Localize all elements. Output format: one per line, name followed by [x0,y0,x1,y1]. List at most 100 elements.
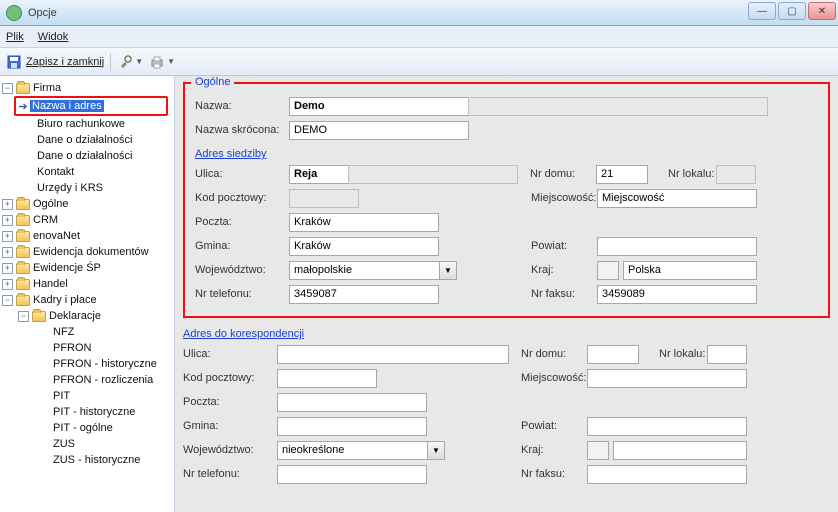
input-nrlokalu[interactable] [716,165,756,184]
maximize-button[interactable]: ▢ [778,2,806,20]
tree-handel[interactable]: +Handel [0,276,174,292]
folder-icon [16,263,30,274]
input-nrdomu[interactable] [596,165,648,184]
combo-woj[interactable]: ▼ [289,261,457,280]
save-icon[interactable] [6,54,22,70]
label-fax: Nr faksu: [519,288,597,300]
tree-kadry[interactable]: −Kadry i płace [0,292,174,308]
tree-ewid-dok[interactable]: +Ewidencja dokumentów [0,244,174,260]
menubar: Plik Widok [0,26,838,48]
print-dropdown-icon[interactable]: ▼ [167,57,175,66]
expand-icon[interactable]: + [2,215,13,226]
folder-icon [16,231,30,242]
tree-firma[interactable]: − Firma [0,80,174,96]
input-kod[interactable] [289,189,359,208]
input-woj[interactable] [289,261,439,280]
tree-pfron-rozl[interactable]: PFRON - rozliczenia [32,372,174,388]
input-skrocona[interactable] [289,121,469,140]
toolbar: Zapisz i zamknij ▼ ▼ [0,48,838,76]
input-c-nrlokalu[interactable] [707,345,747,364]
input-c-kod[interactable] [277,369,377,388]
input-c-poczta[interactable] [277,393,427,412]
label-nazwa: Nazwa: [195,100,289,112]
input-c-powiat[interactable] [587,417,747,436]
input-c-fax[interactable] [587,465,747,484]
folder-icon [16,279,30,290]
label-ulica: Ulica: [195,168,289,180]
label-powiat: Powiat: [519,240,597,252]
collapse-icon[interactable]: − [18,311,29,322]
tree-ewid-sp[interactable]: +Ewidencje ŚP [0,260,174,276]
chevron-down-icon[interactable]: ▼ [439,261,457,280]
input-c-miejsc[interactable] [587,369,747,388]
tree-ogolne[interactable]: +Ogólne [0,196,174,212]
label-c-nrlokalu: Nr lokalu: [639,348,707,360]
tools-icon[interactable] [117,54,133,70]
input-c-woj[interactable] [277,441,427,460]
tree-crm[interactable]: +CRM [0,212,174,228]
input-c-ulica[interactable] [277,345,509,364]
flag-box[interactable] [587,441,609,460]
input-powiat[interactable] [597,237,757,256]
tree-kontakt[interactable]: Kontakt [16,164,174,180]
close-button[interactable]: ✕ [808,2,836,20]
input-gmina[interactable] [289,237,439,256]
flag-box[interactable] [597,261,619,280]
input-c-tel[interactable] [277,465,427,484]
tree-zus-hist[interactable]: ZUS - historyczne [32,452,174,468]
tree-pit[interactable]: PIT [32,388,174,404]
menu-file[interactable]: Plik [6,31,24,43]
toolbar-separator [110,53,111,71]
combo-c-woj[interactable]: ▼ [277,441,445,460]
minimize-button[interactable]: — [748,2,776,20]
input-miejsc[interactable] [597,189,757,208]
tree-pfron[interactable]: PFRON [32,340,174,356]
folder-icon [16,295,30,306]
link-adres-siedziby[interactable]: Adres siedziby [195,148,267,160]
input-nazwa[interactable] [289,97,469,116]
input-ulica[interactable] [289,165,349,184]
expand-icon[interactable]: + [2,199,13,210]
tree-biuro[interactable]: Biuro rachunkowe [16,116,174,132]
form-panel: Ogólne Nazwa: Nazwa skrócona: Adres sied… [175,76,838,512]
input-c-nrdomu[interactable] [587,345,639,364]
input-c-gmina[interactable] [277,417,427,436]
expand-icon[interactable]: + [2,263,13,274]
expand-icon[interactable]: + [2,231,13,242]
tree-dane1[interactable]: Dane o działalności [16,132,174,148]
input-fax[interactable] [597,285,757,304]
tools-dropdown-icon[interactable]: ▼ [135,57,143,66]
tree-pit-ogolne[interactable]: PIT - ogólne [32,420,174,436]
expand-icon[interactable]: + [2,247,13,258]
collapse-icon[interactable]: − [2,295,13,306]
print-icon[interactable] [149,54,165,70]
input-poczta[interactable] [289,213,439,232]
folder-icon [16,247,30,258]
label-kod: Kod pocztowy: [195,192,289,204]
expand-icon[interactable]: + [2,279,13,290]
save-close-button[interactable]: Zapisz i zamknij [26,56,104,68]
label-kraj: Kraj: [519,264,597,276]
input-c-kraj[interactable] [613,441,747,460]
app-icon [6,5,22,21]
input-tel[interactable] [289,285,439,304]
tree-pfron-hist[interactable]: PFRON - historyczne [32,356,174,372]
label-c-poczta: Poczta: [183,396,277,408]
link-adres-koresp[interactable]: Adres do korespondencji [183,328,304,340]
collapse-icon[interactable]: − [2,83,13,94]
folder-icon [32,311,46,322]
window-title: Opcje [28,7,57,19]
tree-nazwa-adres[interactable]: ➔ Nazwa i adres [16,98,166,114]
label-c-woj: Województwo: [183,444,277,456]
input-ulica-ext [348,165,518,184]
tree-dane2[interactable]: Dane o działalności [16,148,174,164]
tree-enovanet[interactable]: +enovaNet [0,228,174,244]
tree-urzedy[interactable]: Urzędy i KRS [16,180,174,196]
tree-zus[interactable]: ZUS [32,436,174,452]
tree-nfz[interactable]: NFZ [32,324,174,340]
chevron-down-icon[interactable]: ▼ [427,441,445,460]
tree-deklaracje[interactable]: −Deklaracje [16,308,174,324]
tree-pit-hist[interactable]: PIT - historyczne [32,404,174,420]
menu-view[interactable]: Widok [38,31,69,43]
input-kraj[interactable] [623,261,757,280]
